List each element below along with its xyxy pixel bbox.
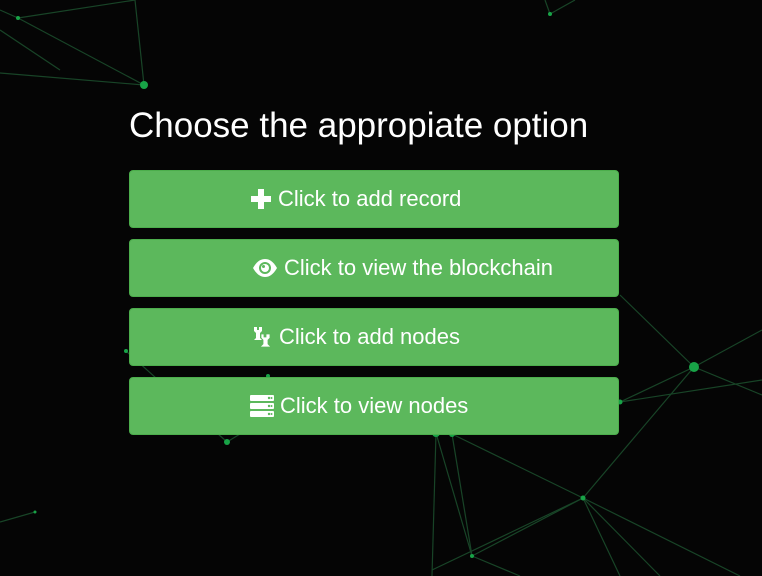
- options-panel: Choose the appropiate option Click to ad…: [129, 105, 619, 446]
- add-record-button[interactable]: Click to add record: [129, 170, 619, 228]
- view-nodes-label: Click to view nodes: [280, 393, 469, 418]
- page-title: Choose the appropiate option: [129, 106, 589, 145]
- plus-icon: [250, 188, 272, 210]
- eye-icon: [252, 258, 278, 278]
- add-record-label: Click to add record: [278, 186, 462, 211]
- view-nodes-button[interactable]: Click to view nodes: [129, 377, 619, 435]
- chess-rook-icon: [251, 325, 273, 349]
- view-blockchain-label: Click to view the blockchain: [284, 255, 554, 280]
- server-icon: [250, 395, 274, 417]
- add-nodes-label: Click to add nodes: [279, 324, 460, 349]
- add-nodes-button[interactable]: Click to add nodes: [129, 308, 619, 366]
- view-blockchain-button[interactable]: Click to view the blockchain: [129, 239, 619, 297]
